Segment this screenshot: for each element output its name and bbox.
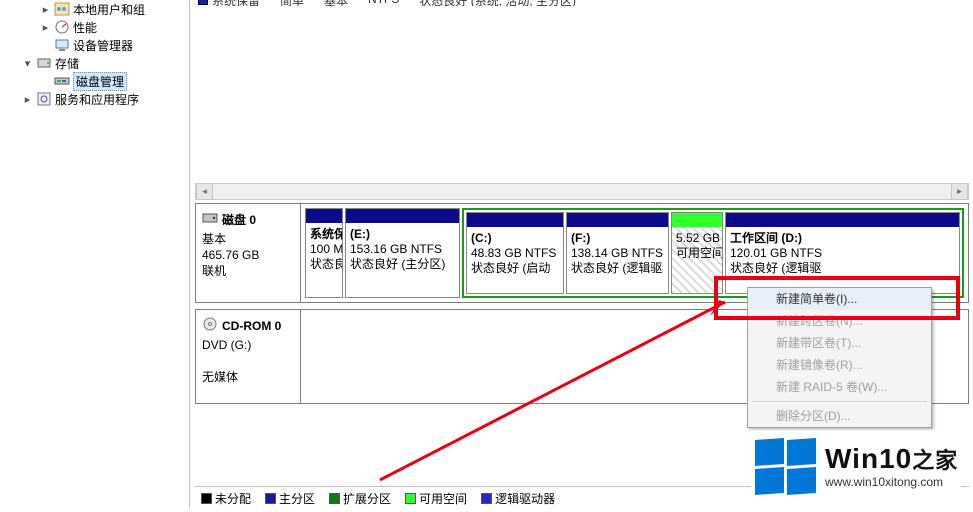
partition-header: [346, 209, 459, 223]
legend-logical: 逻辑驱动器: [481, 490, 555, 507]
disk-icon: [54, 73, 70, 89]
tree-label: 设备管理器: [73, 37, 133, 54]
tree-label: 服务和应用程序: [55, 91, 139, 108]
storage-icon: [36, 55, 52, 71]
menu-new-spanned-volume: 新建跨区卷(N)...: [748, 310, 931, 332]
menu-new-raid5-volume: 新建 RAID-5 卷(W)...: [748, 376, 931, 398]
tree-item-device-manager[interactable]: 设备管理器: [0, 36, 189, 54]
perf-icon: [54, 19, 70, 35]
tree-label: 磁盘管理: [73, 72, 127, 91]
disk-meta: DVD (G:) 无媒体: [202, 337, 294, 385]
partition-header: [726, 213, 959, 227]
expander-icon[interactable]: ▸: [40, 21, 51, 34]
nav-tree: ▸ 本地用户和组 ▸ 性能 设备管理器 ▾ 存储: [0, 0, 190, 508]
context-menu: 新建简单卷(I)... 新建跨区卷(N)... 新建带区卷(T)... 新建镜像…: [747, 287, 932, 428]
menu-new-simple-volume[interactable]: 新建简单卷(I)...: [748, 288, 931, 310]
disk-title: 磁盘 0: [222, 211, 256, 228]
partition-d[interactable]: 工作区间 (D:) 120.01 GB NTFS 状态良好 (逻辑驱: [725, 212, 960, 294]
disk-title: CD-ROM 0: [222, 319, 281, 333]
partition-header: [672, 213, 722, 227]
tree-item-local-users[interactable]: ▸ 本地用户和组: [0, 0, 189, 18]
scroll-left-button[interactable]: ◂: [196, 184, 213, 199]
cell: 系统保留: [212, 0, 260, 6]
partition-header: [567, 213, 668, 227]
watermark-logo: Win10之家 www.win10xitong.com: [751, 430, 961, 502]
disk-info[interactable]: 磁盘 0 基本 465.76 GB 联机: [196, 204, 301, 302]
watermark-title: Win10之家: [825, 443, 958, 475]
scroll-right-button[interactable]: ▸: [951, 184, 968, 199]
cell: 基本: [324, 0, 348, 6]
partition-system-reserved[interactable]: 系统保留 100 MB 状态良好: [305, 208, 343, 298]
tree-item-storage[interactable]: ▾ 存储: [0, 54, 189, 72]
legend-extended: 扩展分区: [329, 490, 391, 507]
tree-label: 本地用户和组: [73, 1, 145, 18]
windows-flag-icon: [755, 439, 815, 494]
partition-header: [467, 213, 563, 227]
volume-list-row-cut: 系统保留 简单 基本 NTFS 状态良好 (系统, 活动, 主分区): [198, 0, 969, 6]
partition-f[interactable]: (F:) 138.14 GB NTFS 状态良好 (逻辑驱: [566, 212, 669, 294]
cell: NTFS: [368, 0, 399, 6]
partition-free-space[interactable]: 5.52 GB 可用空间: [671, 212, 723, 294]
menu-separator: [752, 401, 927, 402]
disk-info[interactable]: CD-ROM 0 DVD (G:) 无媒体: [196, 310, 301, 403]
watermark-url: www.win10xitong.com: [825, 475, 958, 489]
legend-free: 可用空间: [405, 490, 467, 507]
partition-header: [306, 209, 342, 223]
menu-new-mirrored-volume: 新建镜像卷(R)...: [748, 354, 931, 376]
tree-label: 存储: [55, 55, 79, 72]
tree-item-disk-management[interactable]: 磁盘管理: [0, 72, 189, 90]
cell: 简单: [280, 0, 304, 6]
disk-icon: [202, 210, 218, 229]
users-icon: [54, 1, 70, 17]
cdrom-icon: [202, 316, 218, 335]
expander-icon[interactable]: ▸: [40, 3, 51, 16]
extended-partition-group: (C:) 48.83 GB NTFS 状态良好 (启动 (F:) 138.14 …: [462, 208, 964, 298]
services-icon: [36, 91, 52, 107]
legend-unallocated: 未分配: [201, 490, 251, 507]
legend-primary: 主分区: [265, 490, 315, 507]
horizontal-scrollbar[interactable]: ◂ ▸: [195, 183, 969, 200]
menu-new-striped-volume: 新建带区卷(T)...: [748, 332, 931, 354]
device-icon: [54, 37, 70, 53]
expander-icon[interactable]: ▾: [22, 57, 33, 70]
cell: 状态良好 (系统, 活动, 主分区): [419, 0, 576, 6]
menu-delete-partition: 删除分区(D)...: [748, 405, 931, 427]
tree-item-services[interactable]: ▸ 服务和应用程序: [0, 90, 189, 108]
tree-item-performance[interactable]: ▸ 性能: [0, 18, 189, 36]
expander-icon[interactable]: ▸: [22, 93, 33, 106]
disk-meta: 基本 465.76 GB 联机: [202, 231, 294, 279]
partition-e[interactable]: (E:) 153.16 GB NTFS 状态良好 (主分区): [345, 208, 460, 298]
partition-c[interactable]: (C:) 48.83 GB NTFS 状态良好 (启动: [466, 212, 564, 294]
volume-icon: [198, 0, 208, 5]
tree-label: 性能: [73, 19, 97, 36]
